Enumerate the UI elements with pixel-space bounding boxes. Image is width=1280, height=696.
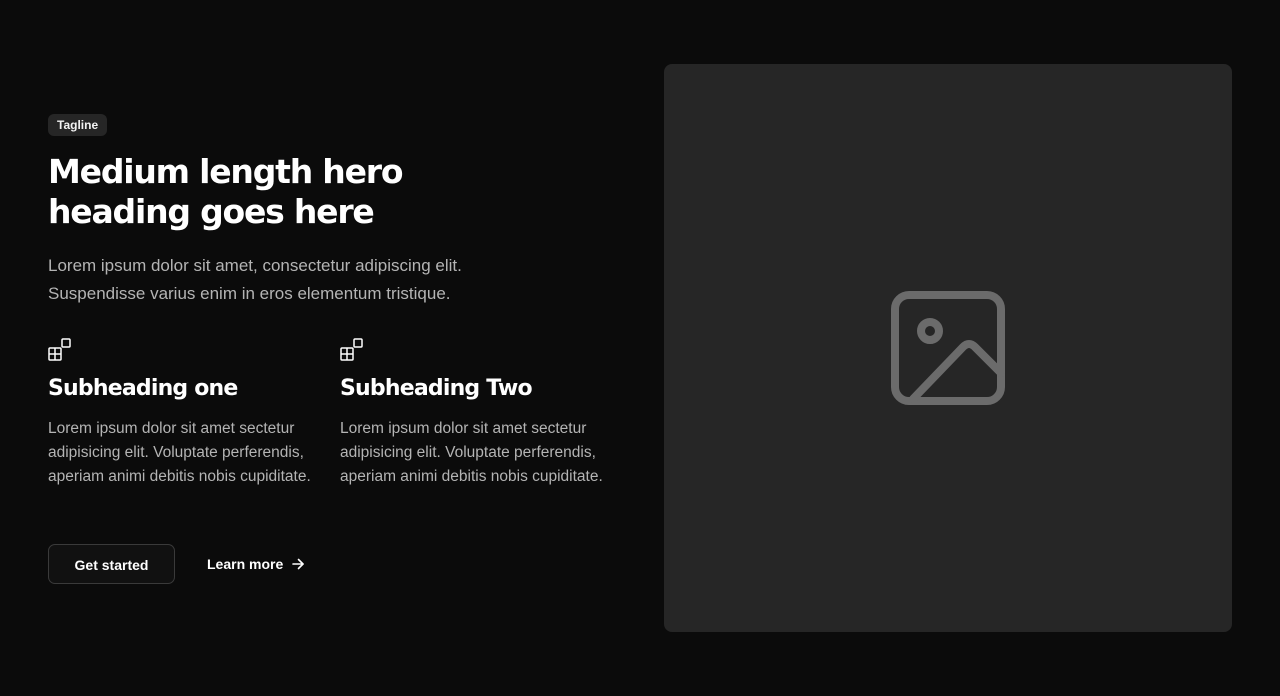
hero-description: Lorem ipsum dolor sit amet, consectetur … <box>48 256 462 303</box>
get-started-button[interactable]: Get started <box>48 544 175 584</box>
learn-more-label: Learn more <box>207 556 284 572</box>
hero-actions: Get started Learn more <box>48 544 448 584</box>
hero-image-placeholder <box>664 64 1232 632</box>
apps-icon <box>340 338 363 361</box>
learn-more-button[interactable]: Learn more <box>207 544 305 584</box>
feature-item-one: Subheading one Lorem ipsum dolor sit ame… <box>48 338 320 489</box>
hero-section: Tagline Medium length hero heading goes … <box>0 0 1280 696</box>
feature-text: Lorem ipsum dolor sit amet sectetur adip… <box>48 420 311 485</box>
arrow-right-icon <box>292 558 305 570</box>
feature-list: Subheading one Lorem ipsum dolor sit ame… <box>48 338 628 518</box>
hero-content: Tagline Medium length hero heading goes … <box>48 114 628 584</box>
feature-text: Lorem ipsum dolor sit amet sectetur adip… <box>340 420 603 485</box>
tagline-badge: Tagline <box>48 114 108 136</box>
image-placeholder-icon <box>891 291 1005 405</box>
feature-title: Subheading Two <box>340 376 533 401</box>
apps-icon <box>48 338 71 361</box>
feature-item-two: Subheading Two Lorem ipsum dolor sit ame… <box>340 338 612 489</box>
hero-heading: Medium length hero heading goes here <box>48 152 404 231</box>
feature-title: Subheading one <box>48 376 238 401</box>
